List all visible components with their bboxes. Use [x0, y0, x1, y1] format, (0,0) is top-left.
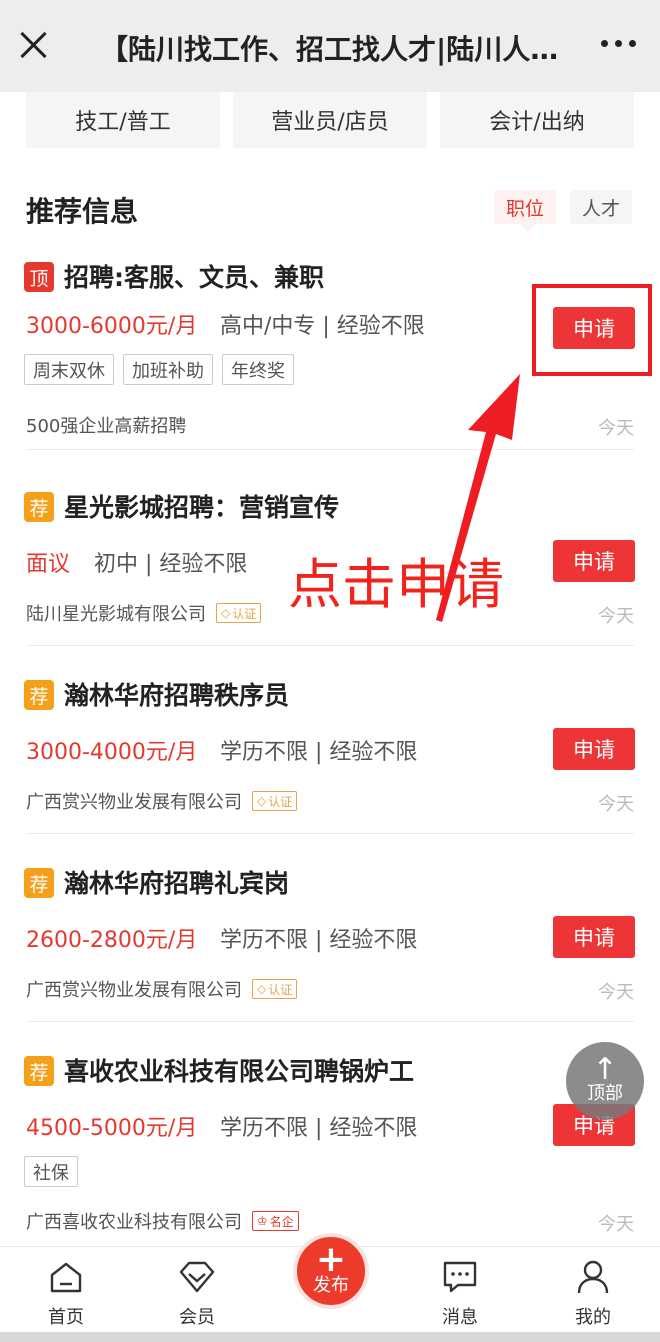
divider	[26, 449, 634, 450]
diamond-icon: ◇	[221, 606, 231, 620]
post-time: 今天	[598, 418, 634, 439]
job-tag: 社保	[24, 1156, 78, 1187]
company-name: 广西赏兴物业发展有限公司 ◇ 认证	[26, 788, 298, 814]
annotation-text: 点击申请	[288, 553, 504, 616]
diamond-icon: ◇	[257, 794, 267, 808]
recommend-badge: 荐	[24, 1056, 54, 1086]
apply-button[interactable]: 申请	[553, 916, 635, 958]
home-indicator	[0, 1332, 660, 1342]
back-to-top-button[interactable]: ↑ 顶部	[566, 1042, 644, 1120]
post-time: 今天	[598, 794, 634, 815]
recommend-badge: 荐	[24, 868, 54, 898]
cert-label: 认证	[232, 606, 257, 621]
bottom-nav: 首页 会员 + 发布 消息 我的	[0, 1233, 660, 1342]
nav-home-label: 首页	[48, 1307, 84, 1328]
job-requirements: 学历不限 | 经验不限	[220, 1116, 418, 1141]
more-options-icon[interactable]	[601, 40, 636, 47]
nav-home[interactable]: 首页	[21, 1257, 111, 1333]
user-icon	[573, 1257, 613, 1297]
verified-badge: ◇ 认证	[252, 791, 298, 811]
job-title[interactable]: 招聘:客服、文员、兼职	[64, 258, 324, 294]
job-tag: 年终奖	[222, 354, 294, 385]
job-tag: 周末双休	[24, 354, 114, 385]
top-bar: 【陆川找工作、招工找人才|陆川人才网】	[0, 0, 660, 92]
highlight-box	[532, 284, 652, 376]
nav-messages-label: 消息	[442, 1307, 478, 1328]
job-item[interactable]: 荐 喜收农业科技有限公司聘锅炉工 4500-5000元/月 学历不限 | 经验不…	[0, 1056, 660, 1246]
company-name-text: 广西赏兴物业发展有限公司	[26, 792, 242, 813]
publish-label: 发布	[313, 1275, 349, 1296]
job-tags: 社保	[24, 1156, 78, 1187]
divider	[26, 645, 634, 646]
verified-badge: ◇ 认证	[216, 603, 262, 623]
crown-icon: ♔	[257, 1214, 268, 1228]
recommend-badge: 荐	[24, 492, 54, 522]
category-accountant[interactable]: 会计/出纳	[440, 92, 634, 148]
job-item[interactable]: 荐 瀚林华府招聘秩序员 3000-4000元/月 学历不限 | 经验不限 广西赏…	[0, 680, 660, 868]
job-item[interactable]: 荐 瀚林华府招聘礼宾岗 2600-2800元/月 学历不限 | 经验不限 广西赏…	[0, 868, 660, 1056]
post-time: 今天	[598, 606, 634, 627]
famous-company-badge: ♔ 名企	[252, 1211, 299, 1231]
job-salary: 3000-6000元/月	[26, 314, 198, 339]
company-name: 500强企业高薪招聘	[26, 416, 187, 437]
home-icon	[46, 1257, 86, 1297]
job-requirements: 高中/中专 | 经验不限	[220, 314, 425, 339]
company-name-text: 广西喜收农业科技有限公司	[26, 1212, 242, 1233]
company-name: 广西赏兴物业发展有限公司 ◇ 认证	[26, 976, 298, 1002]
toggle-positions[interactable]: 职位	[494, 190, 557, 233]
verified-badge: ◇ 认证	[252, 979, 298, 999]
toggle-talent[interactable]: 人才	[570, 190, 633, 224]
divider	[26, 1021, 634, 1022]
section-title: 推荐信息	[26, 195, 139, 228]
cert-label: 认证	[268, 982, 293, 997]
cert-label: 名企	[269, 1214, 294, 1229]
nav-member[interactable]: 会员	[152, 1257, 242, 1333]
page-title: 【陆川找工作、招工找人才|陆川人才网】	[100, 33, 570, 66]
job-requirements: 初中 | 经验不限	[94, 552, 248, 577]
apply-button[interactable]: 申请	[553, 540, 635, 582]
job-title[interactable]: 瀚林华府招聘秩序员	[64, 676, 289, 712]
close-icon[interactable]	[16, 28, 50, 62]
nav-mine-label: 我的	[575, 1307, 611, 1328]
company-name: 陆川星光影城有限公司 ◇ 认证	[26, 600, 262, 626]
job-salary: 4500-5000元/月	[26, 1116, 198, 1141]
company-name-text: 陆川星光影城有限公司	[26, 604, 206, 625]
job-requirements: 学历不限 | 经验不限	[220, 740, 418, 765]
divider	[26, 833, 634, 834]
category-technician[interactable]: 技工/普工	[26, 92, 220, 148]
post-time: 今天	[598, 1214, 634, 1235]
job-salary: 3000-4000元/月	[26, 740, 198, 765]
job-title[interactable]: 瀚林华府招聘礼宾岗	[64, 864, 289, 900]
chat-icon	[440, 1257, 480, 1297]
nav-messages[interactable]: 消息	[415, 1257, 505, 1333]
job-tag: 加班补助	[123, 354, 213, 385]
apply-button[interactable]: 申请	[553, 728, 635, 770]
job-salary: 面议	[26, 552, 71, 577]
main-content: 技工/普工 营业员/店员 会计/出纳 推荐信息 职位 人才 顶 招聘:客服、文员…	[0, 92, 660, 1246]
top-badge: 顶	[24, 262, 54, 292]
nav-member-label: 会员	[179, 1307, 215, 1328]
company-name-text: 广西赏兴物业发展有限公司	[26, 980, 242, 1001]
company-name: 广西喜收农业科技有限公司 ♔ 名企	[26, 1208, 299, 1234]
category-tabs: 技工/普工 营业员/店员 会计/出纳	[0, 92, 660, 148]
recommend-badge: 荐	[24, 680, 54, 710]
arrow-up-icon: ↑	[592, 1052, 618, 1087]
category-salesclerk[interactable]: 营业员/店员	[233, 92, 427, 148]
job-tags: 周末双休 加班补助 年终奖	[24, 354, 294, 385]
plus-icon: +	[315, 1239, 347, 1280]
diamond-icon: ◇	[257, 982, 267, 996]
job-requirements: 学历不限 | 经验不限	[220, 928, 418, 953]
back-to-top-label: 顶部	[587, 1083, 623, 1104]
nav-mine[interactable]: 我的	[548, 1257, 638, 1333]
job-title[interactable]: 喜收农业科技有限公司聘锅炉工	[64, 1052, 414, 1088]
job-salary: 2600-2800元/月	[26, 928, 198, 953]
publish-button[interactable]: + 发布	[293, 1233, 369, 1309]
cert-label: 认证	[268, 794, 293, 809]
post-time: 今天	[598, 982, 634, 1003]
diamond-icon	[177, 1257, 217, 1297]
job-title[interactable]: 星光影城招聘：营销宣传	[64, 488, 339, 524]
